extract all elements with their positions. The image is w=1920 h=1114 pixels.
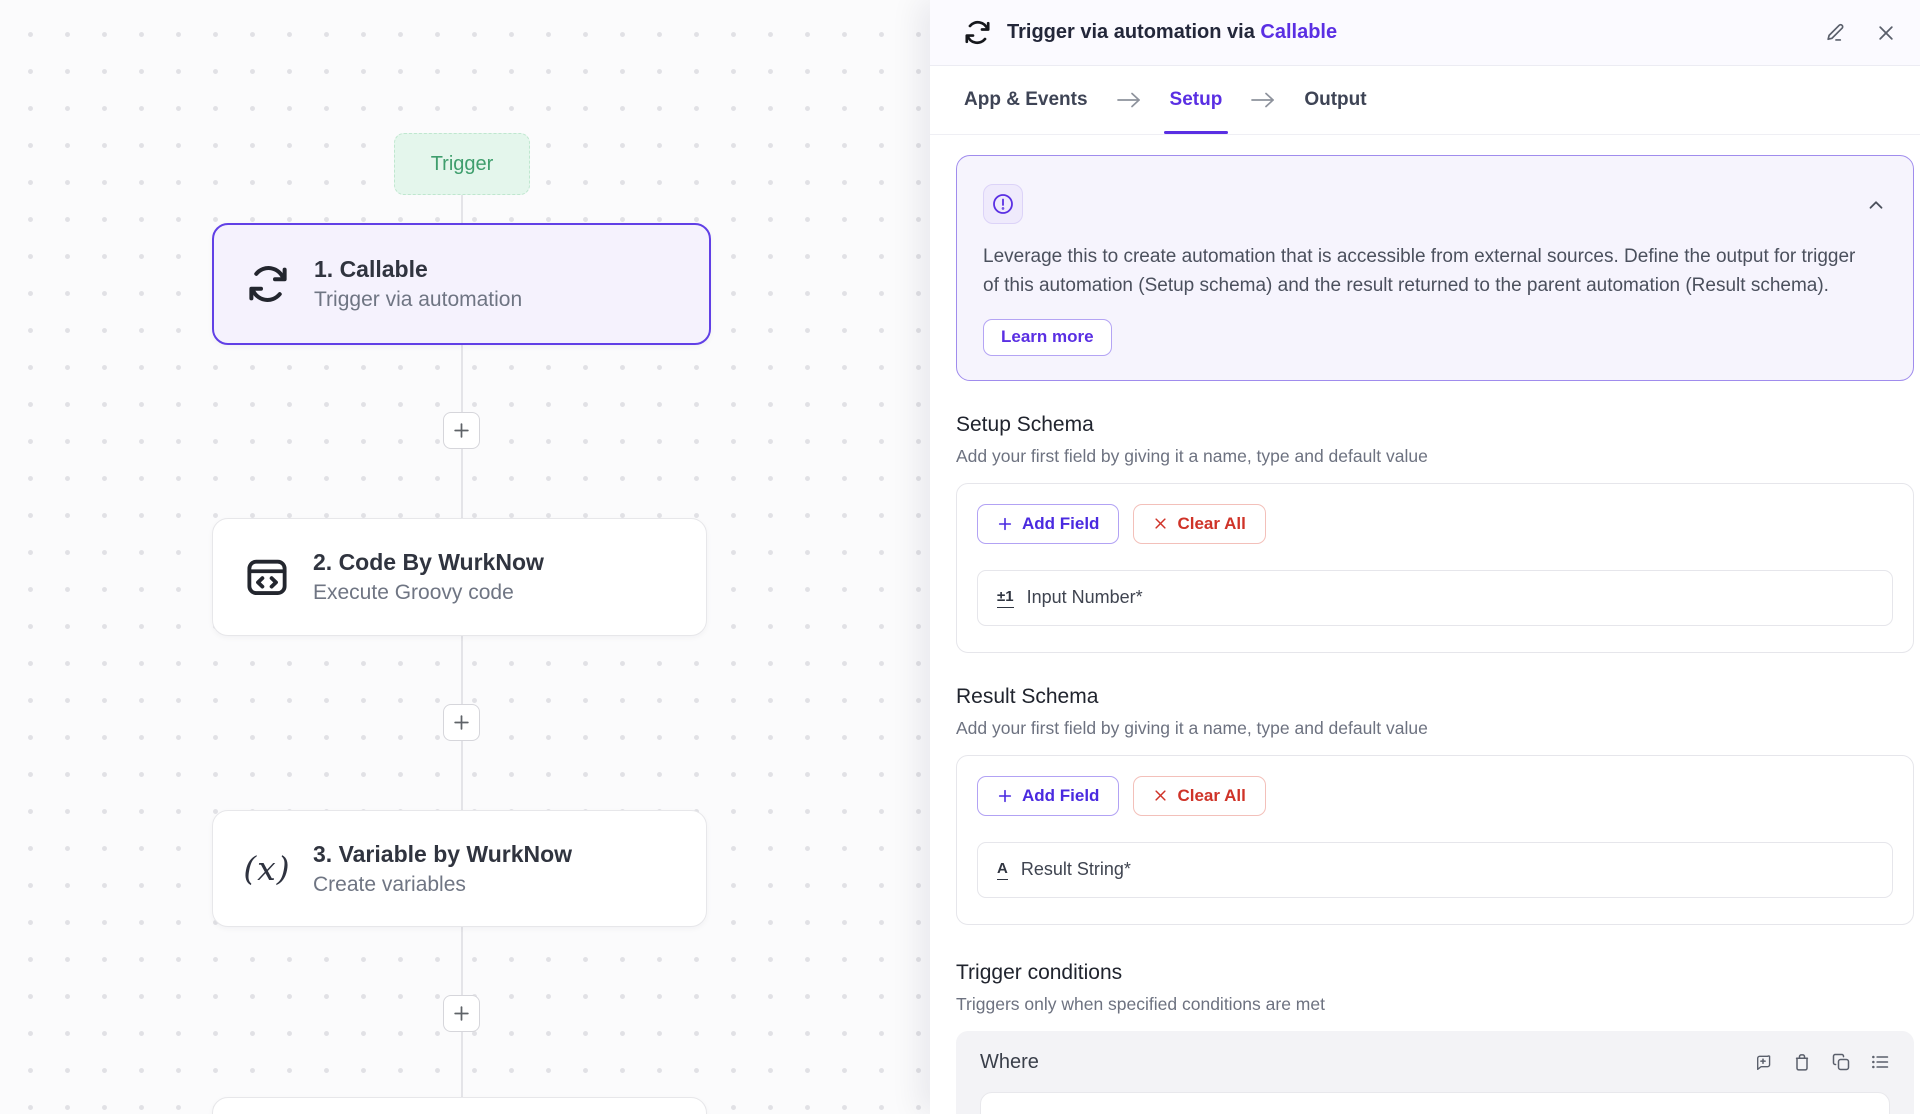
add-field-label: Add Field [1022,514,1099,534]
edit-icon[interactable] [1825,22,1846,43]
add-comment-icon[interactable] [1753,1052,1773,1072]
tab-label: Output [1304,89,1366,111]
learn-more-button[interactable]: Learn more [983,319,1112,356]
trigger-badge: Trigger [394,133,530,195]
schema-field-label: Input Number* [1027,587,1143,608]
tab-app-and-events[interactable]: App & Events [964,66,1088,134]
node-title: 2. Code By WurkNow [313,549,544,576]
condition-row[interactable] [980,1092,1890,1114]
setup-schema-card: Add Field Clear All ±1 Input Number* [956,483,1914,653]
add-field-label: Add Field [1022,786,1099,806]
workflow-node-code[interactable]: 2. Code By WurkNow Execute Groovy code [212,518,707,636]
panel-title-prefix: Trigger via automation via [1007,21,1260,43]
variable-icon: (x) [241,849,293,888]
tab-label: App & Events [964,89,1088,111]
add-step-button-3[interactable] [443,995,480,1032]
tab-output[interactable]: Output [1304,66,1366,134]
info-banner-text: Leverage this to create automation that … [983,242,1887,301]
panel-title: Trigger via automation via Callable [1007,21,1337,44]
arrow-right-icon [1116,66,1142,134]
setup-schema-title: Setup Schema [956,413,1914,437]
trigger-conditions-subtitle: Triggers only when specified conditions … [956,994,1914,1015]
panel-title-app-name: Callable [1260,21,1337,43]
node-subtitle: Trigger via automation [314,288,522,312]
result-schema-title: Result Schema [956,685,1914,709]
sync-icon [964,19,991,46]
result-schema-card: Add Field Clear All A Result String* [956,755,1914,925]
node-title: 3. Variable by WurkNow [313,841,572,868]
node-title: 1. Callable [314,256,522,283]
setup-schema-subtitle: Add your first field by giving it a name… [956,446,1914,467]
arrow-right-icon [1250,66,1276,134]
tab-setup[interactable]: Setup [1170,66,1223,134]
add-field-button[interactable]: Add Field [977,504,1119,544]
panel-header: Trigger via automation via Callable [930,0,1920,66]
node-subtitle: Create variables [313,873,572,897]
add-step-button-2[interactable] [443,704,480,741]
chevron-up-icon[interactable] [1865,194,1887,216]
workflow-node-partial[interactable] [212,1097,707,1114]
step-config-panel: Trigger via automation via Callable App … [930,0,1920,1114]
trigger-badge-label: Trigger [431,153,494,176]
info-icon [983,184,1023,224]
add-step-button-1[interactable] [443,412,480,449]
delete-icon[interactable] [1792,1052,1812,1072]
clear-all-label: Clear All [1177,514,1245,534]
string-type-icon: A [997,860,1008,879]
x-icon [1153,516,1168,531]
panel-body: Leverage this to create automation that … [930,135,1920,1114]
close-icon[interactable] [1876,23,1896,43]
panel-tabs: App & Events Setup Output [930,66,1920,135]
where-conditions-panel: Where [956,1031,1914,1114]
schema-field-input-number[interactable]: ±1 Input Number* [977,570,1893,626]
schema-field-result-string[interactable]: A Result String* [977,842,1893,898]
list-icon[interactable] [1870,1052,1890,1072]
trigger-conditions-title: Trigger conditions [956,961,1914,985]
result-schema-subtitle: Add your first field by giving it a name… [956,718,1914,739]
copy-icon[interactable] [1831,1052,1851,1072]
info-banner: Leverage this to create automation that … [956,155,1914,381]
workflow-node-callable[interactable]: 1. Callable Trigger via automation [212,223,711,345]
workflow-canvas[interactable]: Trigger 1. Callable Trigger via automati… [0,0,930,1114]
plus-icon [997,516,1013,532]
code-window-icon [241,554,293,600]
clear-all-label: Clear All [1177,786,1245,806]
workflow-node-variable[interactable]: (x) 3. Variable by WurkNow Create variab… [212,810,707,927]
node-subtitle: Execute Groovy code [313,581,544,605]
where-label: Where [980,1051,1039,1074]
number-type-icon: ±1 [997,588,1014,607]
sync-icon [242,263,294,305]
schema-field-label: Result String* [1021,859,1131,880]
plus-icon [997,788,1013,804]
tab-label: Setup [1170,89,1223,111]
x-icon [1153,788,1168,803]
clear-all-button[interactable]: Clear All [1133,504,1265,544]
add-field-button[interactable]: Add Field [977,776,1119,816]
clear-all-button[interactable]: Clear All [1133,776,1265,816]
